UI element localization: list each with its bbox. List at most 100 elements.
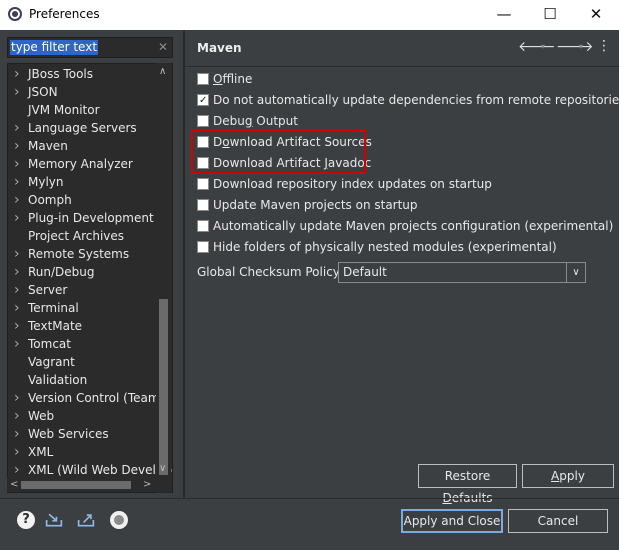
restore-defaults-label: Restore xyxy=(444,469,491,483)
tree-item-label: Terminal xyxy=(28,301,79,315)
clear-filter-icon[interactable]: ✕ xyxy=(158,40,168,54)
chevron-right-icon[interactable]: › xyxy=(14,281,20,299)
chevron-right-icon[interactable]: › xyxy=(14,191,20,209)
option-checkbox[interactable] xyxy=(197,115,209,127)
view-menu-icon[interactable]: ⋮ xyxy=(597,38,611,54)
chevron-right-icon[interactable]: › xyxy=(14,317,20,335)
checksum-policy-label: Global Checksum Policy: xyxy=(197,265,344,279)
tree-item-label: Run/Debug xyxy=(28,265,95,279)
tree-item-label: Remote Systems xyxy=(28,247,130,261)
scroll-right-icon[interactable]: > xyxy=(143,479,151,490)
option-checkbox[interactable] xyxy=(197,92,209,110)
option-label-part: Do not automatically update dependencies… xyxy=(213,93,619,107)
page-title: Maven xyxy=(197,41,242,55)
tree-item-label: Project Archives xyxy=(28,229,125,243)
panel-splitter[interactable] xyxy=(183,30,185,498)
chevron-right-icon[interactable]: › xyxy=(14,245,20,263)
chevron-right-icon[interactable]: › xyxy=(14,119,20,137)
option-label: Hide folders of physically nested module… xyxy=(213,238,557,256)
tree-vertical-scrollbar[interactable]: ∧ ∨ xyxy=(156,63,171,493)
checksum-policy-value: Default xyxy=(343,265,387,279)
option-checkbox[interactable] xyxy=(197,73,209,85)
tree-item-label: Web xyxy=(28,409,55,423)
option-label-part: Download repository index updates on sta… xyxy=(213,177,492,191)
option-label-part: ffline xyxy=(222,72,253,86)
chevron-right-icon[interactable]: › xyxy=(14,299,20,317)
window-title: Preferences xyxy=(29,7,100,21)
option-checkbox[interactable] xyxy=(197,241,209,253)
maximize-button[interactable]: ☐ xyxy=(527,0,573,30)
chevron-right-icon[interactable]: › xyxy=(14,425,20,443)
tree-item-label: Web Services xyxy=(28,427,109,441)
option-label-part: Automatically update Maven projects conf… xyxy=(213,219,614,233)
tree-item-label: Language Servers xyxy=(28,121,137,135)
tree-item-label: Maven xyxy=(28,139,68,153)
tree-item-label: JVM Monitor xyxy=(28,103,100,117)
filter-input[interactable]: type filter text ✕ xyxy=(7,37,173,58)
tree-item-label: Plug-in Development xyxy=(28,211,154,225)
chevron-right-icon[interactable]: › xyxy=(14,155,20,173)
title-bar: Preferences — ☐ ✕ xyxy=(0,0,619,30)
restore-defaults-button[interactable]: Restore Defaults xyxy=(418,464,517,505)
chevron-right-icon[interactable]: › xyxy=(14,137,20,155)
option-label: Offline xyxy=(213,70,252,88)
chevron-right-icon[interactable]: › xyxy=(14,263,20,281)
highlight-annotation xyxy=(191,130,366,174)
forward-dropdown-icon[interactable]: ▾ xyxy=(579,42,583,51)
filter-text[interactable]: type filter text xyxy=(10,40,99,55)
tree-item-label: Version Control (Team) xyxy=(28,391,165,405)
apply-button[interactable]: Apply xyxy=(522,464,614,488)
chevron-right-icon[interactable]: › xyxy=(14,65,20,83)
vertical-scroll-thumb[interactable] xyxy=(159,299,168,475)
chevron-right-icon[interactable]: › xyxy=(14,209,20,227)
option-label-part: Hide folders of physically nested module… xyxy=(213,240,557,254)
option-label: Debug Output xyxy=(213,112,298,130)
tree-item-label: Mylyn xyxy=(28,175,64,189)
apply-and-close-button[interactable]: Apply and Close xyxy=(401,509,503,533)
scroll-down-icon[interactable]: ∨ xyxy=(159,463,166,474)
option-checkbox[interactable] xyxy=(197,178,209,190)
tree-horizontal-scrollbar[interactable]: < > xyxy=(7,478,157,492)
option-checkbox[interactable] xyxy=(197,199,209,211)
back-dropdown-icon[interactable]: ▾ xyxy=(541,42,545,51)
chevron-right-icon[interactable]: › xyxy=(14,407,20,425)
horizontal-scroll-thumb[interactable] xyxy=(21,481,131,489)
tree-item-label: Oomph xyxy=(28,193,72,207)
export-icon[interactable] xyxy=(77,511,95,529)
tree-item-label: Vagrant xyxy=(28,355,75,369)
option-checkbox[interactable] xyxy=(197,220,209,232)
checksum-policy-select[interactable]: Default ∨ xyxy=(338,262,586,283)
chevron-right-icon[interactable]: › xyxy=(14,461,20,479)
option-label-part: Debu xyxy=(213,114,245,128)
forward-arrow-icon[interactable]: 🡒 xyxy=(556,38,594,55)
option-label: Download repository index updates on sta… xyxy=(213,175,492,193)
tree-item-label: XML (Wild Web Developer) xyxy=(28,463,173,477)
import-icon[interactable] xyxy=(45,511,63,529)
back-arrow-icon[interactable]: 🡐 xyxy=(518,38,556,55)
tree-item-label: Memory Analyzer xyxy=(28,157,133,171)
tree-item-label: JSON xyxy=(28,85,58,99)
eclipse-app-icon xyxy=(8,7,22,21)
cancel-button[interactable]: Cancel xyxy=(508,509,608,533)
oomph-record-icon[interactable] xyxy=(110,511,128,529)
help-icon[interactable]: ? xyxy=(17,511,35,529)
minimize-button[interactable]: — xyxy=(481,0,527,30)
chevron-down-icon[interactable]: ∨ xyxy=(566,263,585,282)
chevron-right-icon[interactable]: › xyxy=(14,83,20,101)
preferences-tree[interactable]: › JBoss Tools › JSON JVM Monitor › Language Se… xyxy=(7,63,173,493)
close-button[interactable]: ✕ xyxy=(573,0,619,30)
option-label-part: Output xyxy=(252,114,298,128)
apply-label: pply xyxy=(559,469,585,483)
chevron-right-icon[interactable]: › xyxy=(14,443,20,461)
tree-item-label: Tomcat xyxy=(28,337,71,351)
chevron-right-icon[interactable]: › xyxy=(14,173,20,191)
option-label: Update Maven projects on startup xyxy=(213,196,418,214)
footer-separator xyxy=(0,498,619,499)
dialog-body: type filter text ✕ › JBoss Tools › JSON JVM … xyxy=(0,30,619,550)
scroll-left-icon[interactable]: < xyxy=(10,479,18,490)
option-label: Automatically update Maven projects conf… xyxy=(213,217,613,235)
tree-item-label: Server xyxy=(28,283,68,297)
scroll-up-icon[interactable]: ∧ xyxy=(159,66,166,77)
chevron-right-icon[interactable]: › xyxy=(14,335,20,353)
chevron-right-icon[interactable]: › xyxy=(14,389,20,407)
